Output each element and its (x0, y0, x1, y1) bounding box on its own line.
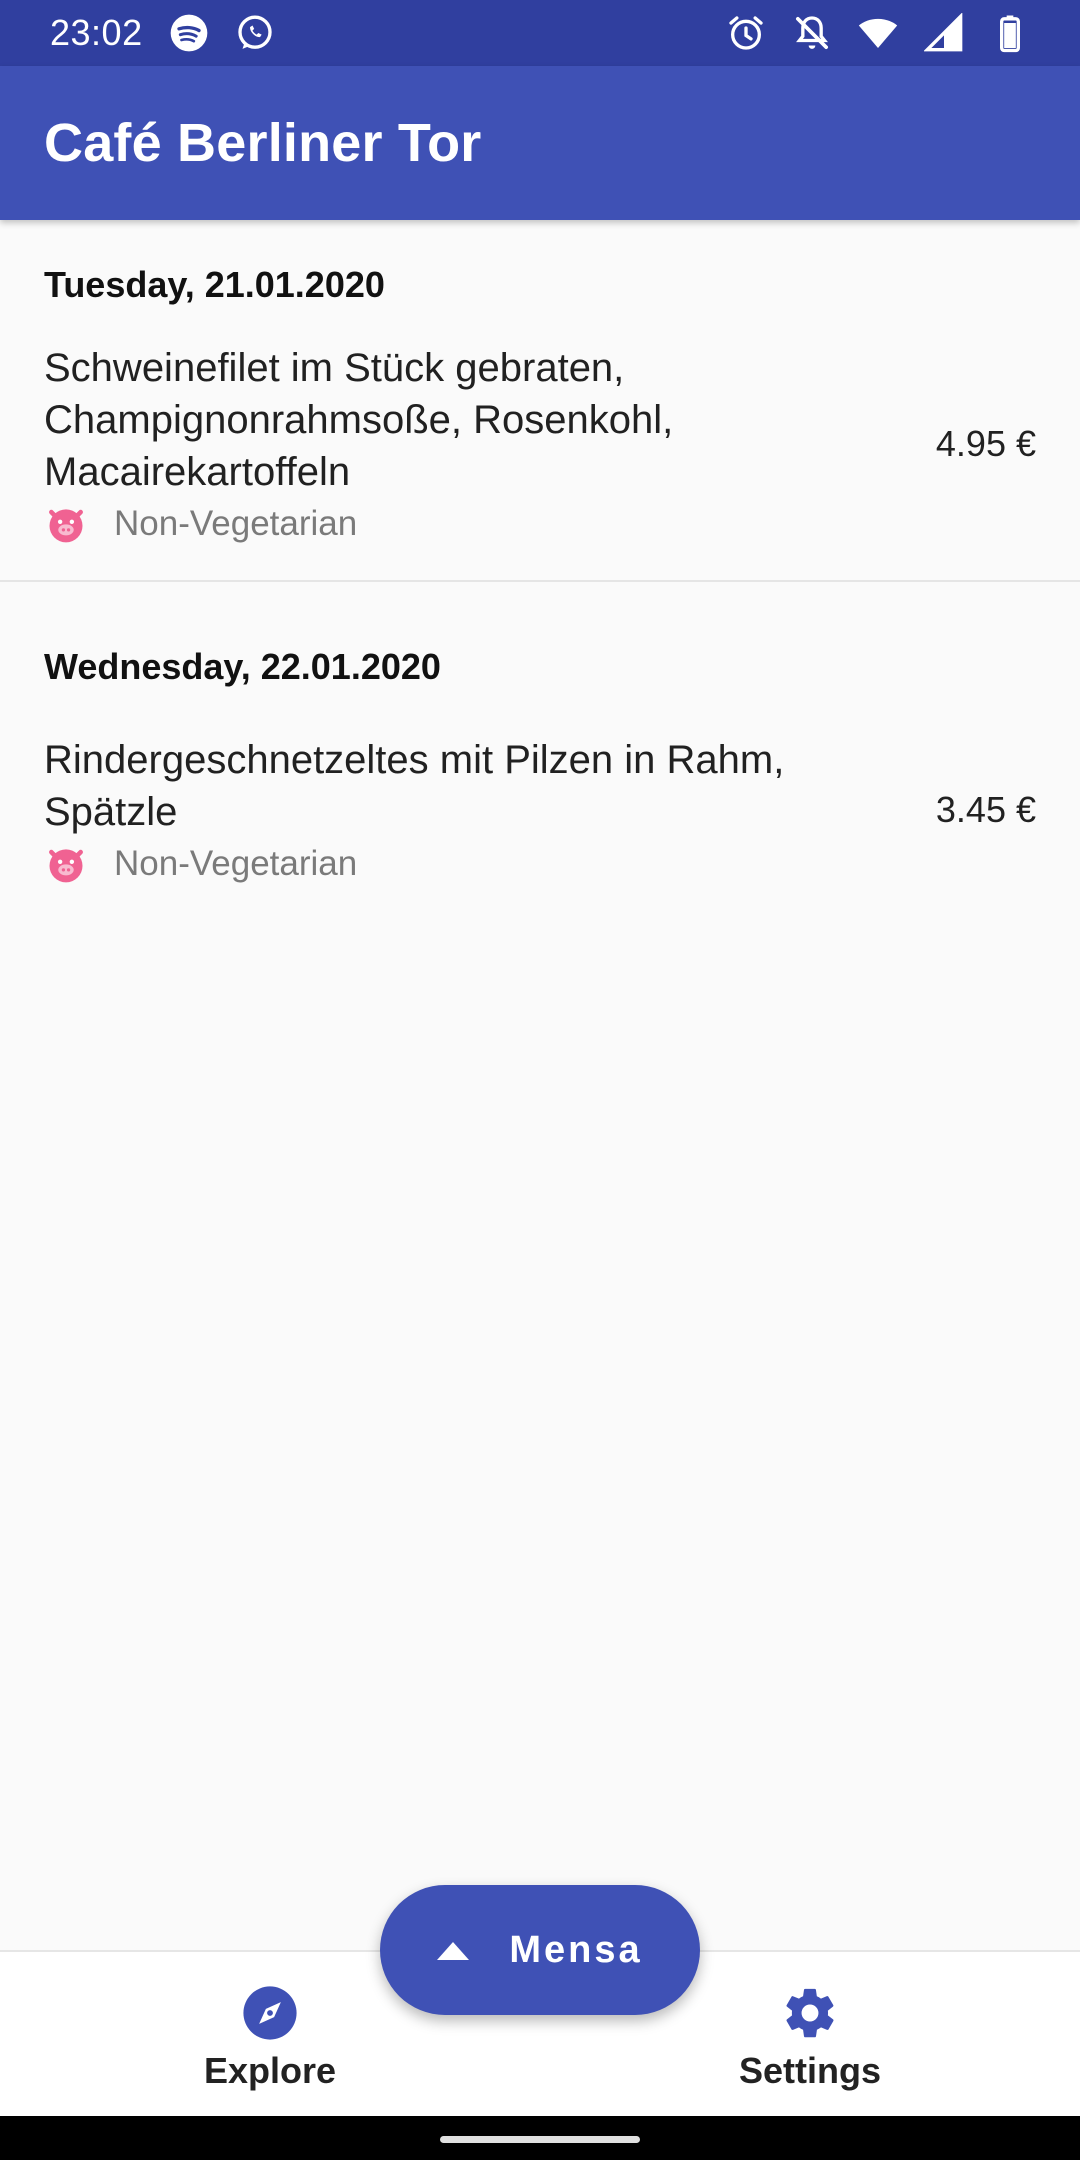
status-right (726, 13, 1030, 53)
pig-icon (49, 509, 83, 543)
page-title: Café Berliner Tor (44, 113, 482, 173)
mensa-fab-label: Mensa (509, 1928, 643, 1971)
meal-name: Schweinefilet im Stück gebraten, Champig… (44, 346, 674, 494)
system-nav-bar (0, 2116, 1080, 2160)
meal-tag: Non-Vegetarian (44, 842, 904, 886)
meal-item[interactable]: Schweinefilet im Stück gebraten, Champig… (0, 342, 1080, 546)
arrow-up-icon (437, 1942, 470, 1960)
nav-explore[interactable]: Explore (150, 1984, 390, 2092)
nav-settings-label: Settings (738, 2050, 881, 2091)
compass-icon (243, 1986, 297, 2040)
app-screen: 23:02 Café Berliner Tor Tuesday, 21.01.2… (0, 0, 1080, 2160)
nav-explore-label: Explore (203, 2050, 337, 2091)
meal-tag-label: Non-Vegetarian (114, 844, 358, 883)
status-bar: 23:02 (0, 0, 1080, 66)
status-left: 23:02 (50, 12, 275, 54)
pig-icon (49, 849, 83, 883)
battery-icon (990, 13, 1030, 53)
app-bar: Café Berliner Tor (0, 66, 1080, 220)
alarm-icon (726, 13, 766, 53)
gear-icon (786, 1988, 834, 2038)
status-time: 23:02 (50, 12, 143, 53)
meal-name: Rindergeschnetzeltes mit Pilzen in Rahm,… (44, 738, 785, 834)
menu-list[interactable]: Tuesday, 21.01.2020 Schweinefilet im Stü… (0, 220, 1080, 886)
day-section: Wednesday, 22.01.2020 Rindergeschnetzelt… (0, 582, 1080, 886)
day-section: Tuesday, 21.01.2020 Schweinefilet im Stü… (0, 220, 1080, 582)
meal-tag: Non-Vegetarian (44, 502, 904, 546)
wifi-icon (858, 13, 898, 53)
day-header: Tuesday, 21.01.2020 (44, 264, 385, 305)
signal-icon (924, 13, 964, 53)
mensa-fab-button[interactable]: Mensa (380, 1885, 700, 2015)
meal-item[interactable]: Rindergeschnetzeltes mit Pilzen in Rahm,… (0, 734, 1080, 886)
nav-settings[interactable]: Settings (690, 1984, 930, 2092)
meal-info: Schweinefilet im Stück gebraten, Champig… (44, 342, 904, 546)
meal-info: Rindergeschnetzeltes mit Pilzen in Rahm,… (44, 734, 904, 886)
day-header: Wednesday, 22.01.2020 (44, 646, 441, 687)
meal-tag-label: Non-Vegetarian (114, 504, 358, 543)
spotify-icon (169, 13, 209, 53)
notifications-off-icon (792, 13, 832, 53)
meal-price: 3.45 € (935, 789, 1036, 830)
home-gesture-pill[interactable] (440, 2136, 640, 2143)
meal-price: 4.95 € (935, 423, 1036, 464)
whatsapp-icon (235, 13, 275, 53)
